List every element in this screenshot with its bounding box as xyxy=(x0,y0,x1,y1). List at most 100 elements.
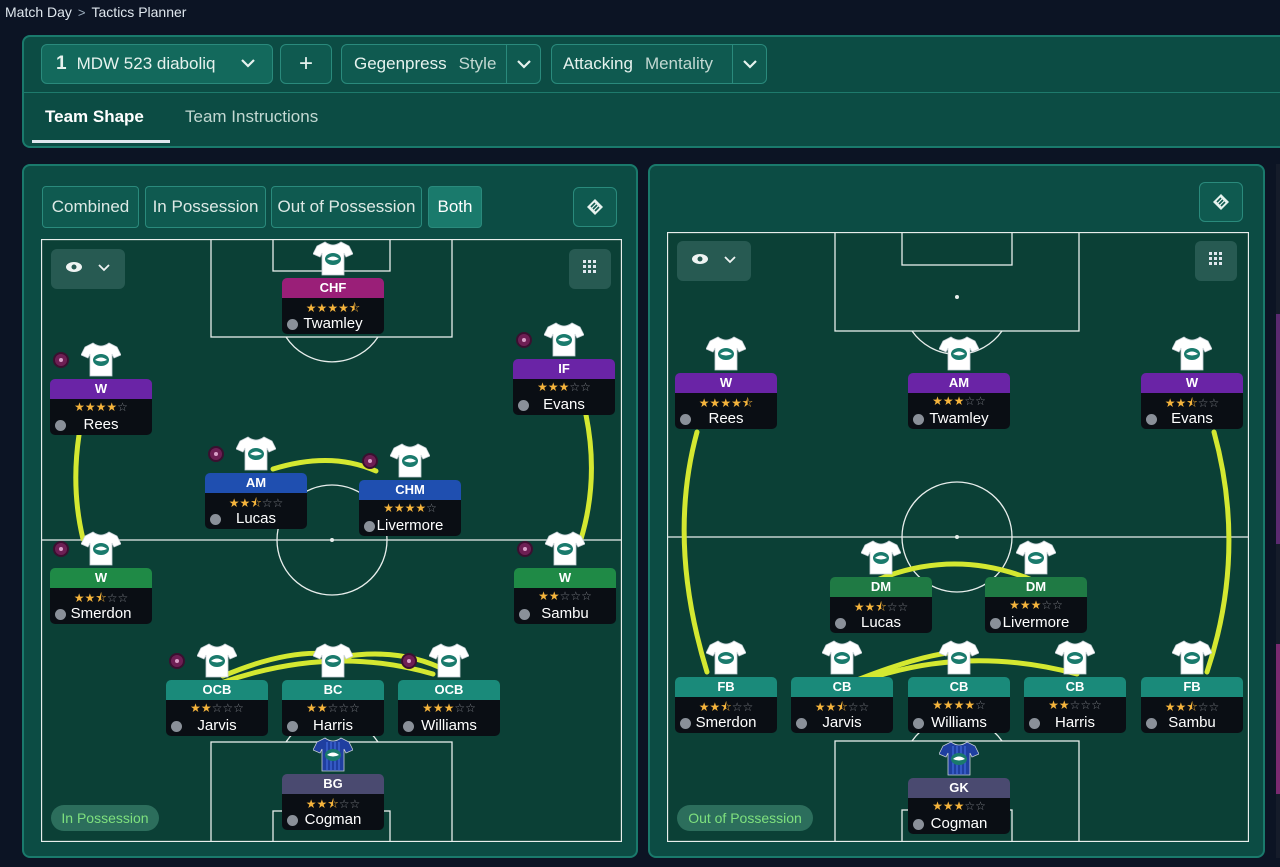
tabs-divider xyxy=(24,92,1280,93)
player-card[interactable]: GK ★★★☆☆ Cogman xyxy=(908,778,1010,834)
mentality-label: Mentality xyxy=(644,54,713,73)
player-card[interactable]: W ★★⯪☆☆ Evans xyxy=(1141,373,1243,429)
player-status-badge-icon xyxy=(516,332,532,348)
tab-team-instructions[interactable]: Team Instructions xyxy=(185,107,318,127)
player-rating-stars: ★★☆☆☆ xyxy=(1048,698,1102,712)
eye-icon xyxy=(691,252,709,270)
player-card[interactable]: CHM ★★★★☆ Livermore xyxy=(359,480,461,536)
formation-grid-button[interactable] xyxy=(1195,241,1237,281)
player-rating-stars: ★★★☆☆ xyxy=(422,701,476,715)
player-card[interactable]: W ★★★★☆ Rees xyxy=(50,379,152,435)
view-mode-combined[interactable]: Combined xyxy=(42,186,139,228)
player-shirt-icon xyxy=(543,321,585,362)
breadcrumb-parent[interactable]: Match Day xyxy=(5,4,72,20)
player-shirt-icon xyxy=(1015,539,1057,580)
player-card[interactable]: W ★★★★⯪ Rees xyxy=(675,373,777,429)
player-card[interactable]: IF ★★★☆☆ Evans xyxy=(513,359,615,415)
player-shirt-icon xyxy=(938,639,980,680)
player-name: Evans xyxy=(1171,410,1213,427)
player-card[interactable]: CB ★★★★☆ Williams xyxy=(908,677,1010,733)
player-role: OCB xyxy=(166,680,268,700)
mentality-select[interactable]: Attacking Mentality xyxy=(551,44,767,84)
player-rating-stars: ★★★★☆ xyxy=(932,698,986,712)
right-shape-panel: Out of Possession W ★★★★⯪ Rees AM ★★★☆☆ Twaml… xyxy=(648,164,1265,858)
swap-sides-icon[interactable] xyxy=(1199,182,1243,222)
player-card[interactable]: DM ★★⯪☆☆ Lucas xyxy=(830,577,932,633)
view-mode-in-possession[interactable]: In Possession xyxy=(145,186,266,228)
grid-icon xyxy=(1208,251,1224,272)
player-name: Jarvis xyxy=(197,717,237,734)
player-name: Smerdon xyxy=(695,714,757,731)
chevron-down-icon[interactable] xyxy=(732,45,766,83)
chevron-down-icon xyxy=(238,53,258,78)
player-shirt-icon xyxy=(80,341,122,382)
pitch-mode-label: Out of Possession xyxy=(677,805,813,831)
player-name: Livermore xyxy=(1002,614,1070,631)
style-select[interactable]: Gegenpress Style xyxy=(341,44,541,84)
tactic-select[interactable]: 1 MDW 523 diaboliq xyxy=(41,44,273,84)
breadcrumb-current: Tactics Planner xyxy=(91,4,187,20)
style-label: Style xyxy=(458,54,497,73)
player-card[interactable]: AM ★★⯪☆☆ Lucas xyxy=(205,473,307,529)
view-mode-out-of-possession[interactable]: Out of Possession xyxy=(271,186,422,228)
player-rating-stars: ★★★☆☆ xyxy=(537,380,591,394)
player-card[interactable]: W ★★☆☆☆ Sambu xyxy=(514,568,616,624)
player-rating-stars: ★★★☆☆ xyxy=(1009,598,1063,612)
eye-icon xyxy=(65,260,83,278)
tactic-name: MDW 523 diaboliq xyxy=(76,54,216,73)
player-role: DM xyxy=(985,577,1087,597)
player-card[interactable]: FB ★★⯪☆☆ Smerdon xyxy=(675,677,777,733)
left-shape-panel: Combined In Possession Out of Possession… xyxy=(22,164,638,858)
player-name: Jarvis xyxy=(822,714,862,731)
player-card[interactable]: CB ★★☆☆☆ Harris xyxy=(1024,677,1126,733)
tactic-header-panel: 1 MDW 523 diaboliq + Gegenpress Style At… xyxy=(22,35,1280,148)
player-name: Sambu xyxy=(1168,714,1216,731)
chevron-down-icon xyxy=(97,260,111,278)
pitch-mode-label: In Possession xyxy=(51,805,159,831)
add-tactic-button[interactable]: + xyxy=(280,44,332,84)
player-shirt-icon xyxy=(821,639,863,680)
player-shirt-icon xyxy=(1171,639,1213,680)
player-rating-stars: ★★★☆☆ xyxy=(932,394,986,408)
player-role: IF xyxy=(513,359,615,379)
player-role: W xyxy=(1141,373,1243,393)
player-role: AM xyxy=(205,473,307,493)
tab-team-shape[interactable]: Team Shape xyxy=(45,107,144,127)
player-name: Rees xyxy=(83,416,119,433)
visibility-toggle[interactable] xyxy=(677,241,751,281)
grid-icon xyxy=(582,259,598,280)
player-rating-stars: ★★☆☆☆ xyxy=(538,589,592,603)
player-name: Twamley xyxy=(929,410,989,427)
player-name: Cogman xyxy=(930,815,988,832)
player-shirt-icon xyxy=(235,435,277,476)
player-card[interactable]: W ★★⯪☆☆ Smerdon xyxy=(50,568,152,624)
player-role: OCB xyxy=(398,680,500,700)
swap-sides-icon[interactable] xyxy=(573,187,617,227)
player-card[interactable]: OCB ★★★☆☆ Williams xyxy=(398,680,500,736)
player-card[interactable]: AM ★★★☆☆ Twamley xyxy=(908,373,1010,429)
player-card[interactable]: BC ★★☆☆☆ Harris xyxy=(282,680,384,736)
player-card[interactable]: FB ★★⯪☆☆ Sambu xyxy=(1141,677,1243,733)
player-name: Evans xyxy=(543,396,585,413)
player-role: CHM xyxy=(359,480,461,500)
player-card[interactable]: CB ★★⯪☆☆ Jarvis xyxy=(791,677,893,733)
player-name: Cogman xyxy=(304,811,362,828)
view-mode-both[interactable]: Both xyxy=(428,186,482,228)
player-card[interactable]: DM ★★★☆☆ Livermore xyxy=(985,577,1087,633)
formation-grid-button[interactable] xyxy=(569,249,611,289)
chevron-down-icon[interactable] xyxy=(506,45,540,83)
player-role: AM xyxy=(908,373,1010,393)
player-status-badge-icon xyxy=(169,653,185,669)
player-card[interactable]: CHF ★★★★⯪ Twamley xyxy=(282,278,384,334)
tactic-number: 1 xyxy=(56,53,67,74)
player-card[interactable]: BG ★★⯪☆☆ Cogman xyxy=(282,774,384,830)
player-shirt-icon xyxy=(312,642,354,683)
player-role: FB xyxy=(1141,677,1243,697)
player-role: BC xyxy=(282,680,384,700)
visibility-toggle[interactable] xyxy=(51,249,125,289)
player-status-badge-icon xyxy=(208,446,224,462)
player-role: W xyxy=(50,568,152,588)
style-value: Gegenpress xyxy=(354,54,447,73)
player-rating-stars: ★★☆☆☆ xyxy=(306,701,360,715)
player-card[interactable]: OCB ★★☆☆☆ Jarvis xyxy=(166,680,268,736)
